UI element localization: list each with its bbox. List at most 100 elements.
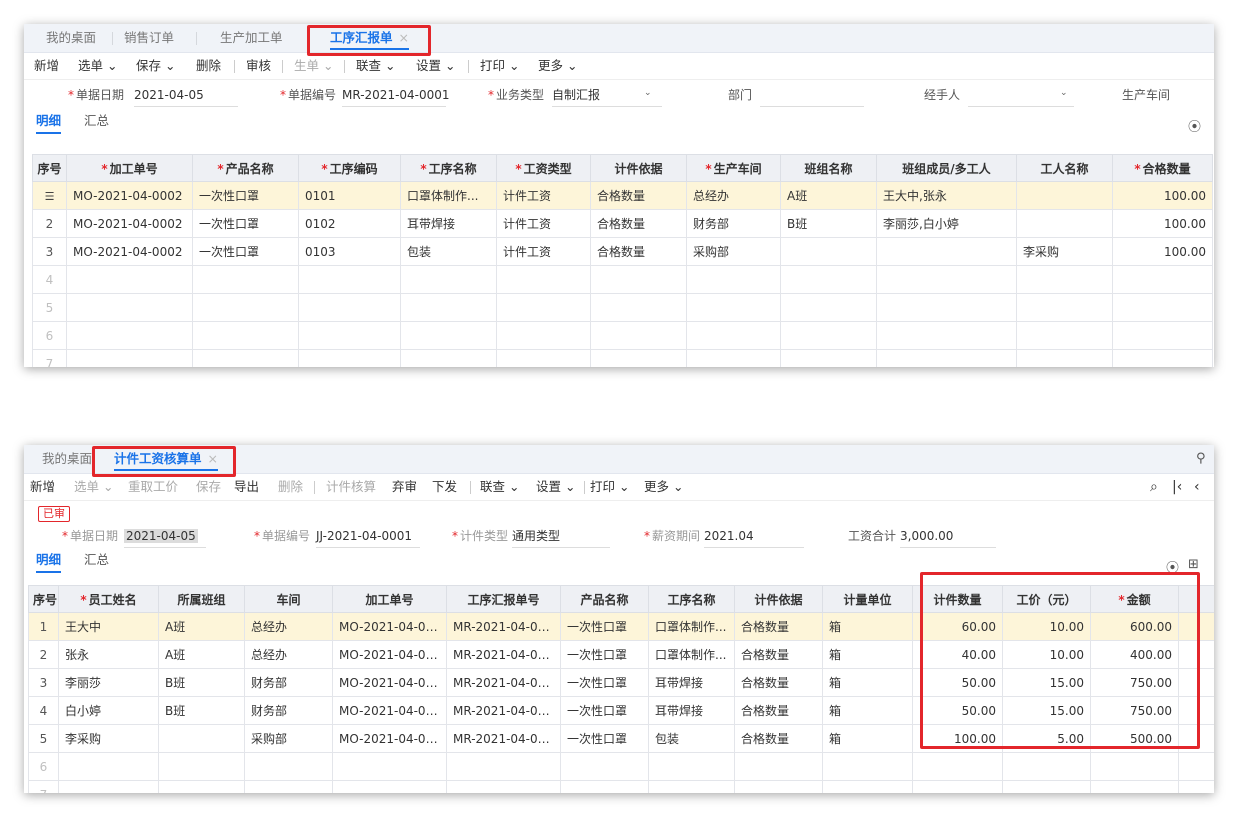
table-cell[interactable]: 耳带焊接 [648, 668, 735, 697]
col-header[interactable]: 班组名称 [780, 154, 877, 182]
table-cell[interactable] [192, 349, 299, 367]
table-cell[interactable]: 采购部 [686, 237, 781, 266]
tab-desktop[interactable]: 我的桌面 [42, 445, 92, 473]
table-cell[interactable] [496, 265, 591, 294]
table-cell[interactable] [590, 349, 687, 367]
col-header[interactable]: * 产品名称 [192, 154, 299, 182]
table-cell[interactable] [1016, 321, 1113, 350]
table-cell[interactable] [332, 780, 447, 793]
table-cell[interactable]: 箱 [822, 640, 913, 669]
table-cell[interactable]: 一次性口罩 [560, 640, 649, 669]
col-header[interactable]: * 工序编码 [298, 154, 401, 182]
table-cell[interactable] [686, 293, 781, 322]
col-header[interactable]: 车间 [244, 585, 333, 613]
refetch-price-button[interactable]: 重取工价 [128, 474, 178, 500]
table-cell[interactable] [66, 293, 193, 322]
linked-query-button[interactable]: 联查 ⌄ [480, 474, 519, 500]
table-cell[interactable] [1112, 349, 1213, 367]
table-cell[interactable] [780, 265, 877, 294]
select-doc-button[interactable]: 选单 ⌄ [78, 53, 117, 79]
table-row[interactable]: 2 MO-2021-04-0002 一次性口罩 0102 耳带焊接 计件工资 合… [32, 209, 1213, 238]
table-cell[interactable] [496, 321, 591, 350]
table-cell[interactable]: 财务部 [244, 668, 333, 697]
table-cell[interactable]: 李丽莎 [58, 668, 159, 697]
col-header[interactable]: 计量单位 [822, 585, 913, 613]
table-cell[interactable] [1016, 181, 1113, 210]
table-cell[interactable]: MO-2021-04-0002 [66, 237, 193, 266]
table-cell[interactable]: MR-2021-04-0001 [446, 724, 561, 753]
col-header[interactable]: * 生产车间 [686, 154, 781, 182]
add-button[interactable]: 新增 [30, 474, 55, 500]
table-cell[interactable]: 一次性口罩 [560, 724, 649, 753]
table-cell[interactable] [1016, 209, 1113, 238]
table-cell[interactable]: 合格数量 [590, 209, 687, 238]
col-header[interactable]: * 工资类型 [496, 154, 591, 182]
save-button[interactable]: 保存 ⌄ [136, 53, 175, 79]
table-cell[interactable] [158, 724, 245, 753]
subtab-detail[interactable]: 明细 [36, 110, 62, 134]
subtab-detail[interactable]: 明细 [36, 549, 62, 573]
table-cell[interactable] [648, 780, 735, 793]
table-cell[interactable]: 张永 [58, 640, 159, 669]
more-button[interactable]: 更多 ⌄ [538, 53, 577, 79]
table-cell[interactable] [780, 321, 877, 350]
table-cell[interactable] [560, 780, 649, 793]
table-cell[interactable]: 计件工资 [496, 209, 591, 238]
table-cell[interactable]: 箱 [822, 696, 913, 725]
table-cell[interactable]: A班 [780, 181, 877, 210]
table-row[interactable]: 3 MO-2021-04-0002 一次性口罩 0103 包装 计件工资 合格数… [32, 237, 1213, 266]
table-cell[interactable]: MO-2021-04-0002 [66, 181, 193, 210]
table-cell[interactable]: B班 [158, 668, 245, 697]
table-cell[interactable] [244, 780, 333, 793]
table-cell[interactable] [1002, 780, 1091, 793]
table-cell[interactable] [400, 265, 497, 294]
drag-handle-icon[interactable]: ☰ [32, 181, 67, 210]
table-cell[interactable] [876, 321, 1017, 350]
tab-production-order[interactable]: 生产加工单 [220, 24, 283, 52]
col-header[interactable]: 所属班组 [158, 585, 245, 613]
table-row[interactable]: 4 [32, 265, 1213, 294]
dept-field[interactable] [760, 84, 864, 107]
table-cell[interactable]: MR-2021-04-0001 [446, 696, 561, 725]
table-cell[interactable] [822, 752, 913, 781]
table-cell[interactable]: 一次性口罩 [560, 696, 649, 725]
col-header[interactable]: * 加工单号 [66, 154, 193, 182]
doc-no-field[interactable]: MR-2021-04-0001 [342, 84, 450, 107]
table-cell[interactable] [734, 752, 823, 781]
table-cell[interactable]: 采购部 [244, 724, 333, 753]
delete-button[interactable]: 删除 [278, 474, 303, 500]
table-cell[interactable]: A班 [158, 640, 245, 669]
handler-select[interactable] [968, 84, 1074, 107]
table-cell[interactable] [244, 752, 333, 781]
table-cell[interactable] [590, 293, 687, 322]
table-cell[interactable]: 白小婷 [58, 696, 159, 725]
table-cell[interactable] [1090, 780, 1179, 793]
subtab-summary[interactable]: 汇总 [84, 110, 109, 132]
table-row[interactable]: 7 [28, 780, 1214, 793]
table-cell[interactable] [66, 321, 193, 350]
table-cell[interactable]: 合格数量 [734, 668, 823, 697]
table-cell[interactable]: 一次性口罩 [560, 668, 649, 697]
table-cell[interactable]: 财务部 [244, 696, 333, 725]
table-cell[interactable]: MO-2021-04-0002 [332, 724, 447, 753]
table-cell[interactable]: 总经办 [244, 640, 333, 669]
save-button[interactable]: 保存 [196, 474, 221, 500]
table-row[interactable]: 5 [32, 293, 1213, 322]
table-cell[interactable]: 合格数量 [590, 237, 687, 266]
table-row[interactable]: ☰ MO-2021-04-0002 一次性口罩 0101 口罩体制作... 计件… [32, 181, 1213, 210]
table-cell[interactable] [400, 293, 497, 322]
doc-no-field[interactable]: JJ-2021-04-0001 [316, 525, 420, 548]
table-cell[interactable]: 0103 [298, 237, 401, 266]
table-cell[interactable] [298, 293, 401, 322]
table-row[interactable]: 6 [28, 752, 1214, 781]
table-cell[interactable] [590, 321, 687, 350]
table-cell[interactable]: MO-2021-04-0002 [66, 209, 193, 238]
print-button[interactable]: 打印 ⌄ [480, 53, 519, 79]
table-cell[interactable]: 包装 [648, 724, 735, 753]
table-cell[interactable]: MO-2021-04-0002 [332, 696, 447, 725]
table-cell[interactable] [192, 321, 299, 350]
table-cell[interactable]: 李采购 [1016, 237, 1113, 266]
delete-button[interactable]: 删除 [196, 53, 221, 79]
chevron-down-icon[interactable]: ⌄ [1060, 88, 1068, 98]
table-cell[interactable] [158, 780, 245, 793]
